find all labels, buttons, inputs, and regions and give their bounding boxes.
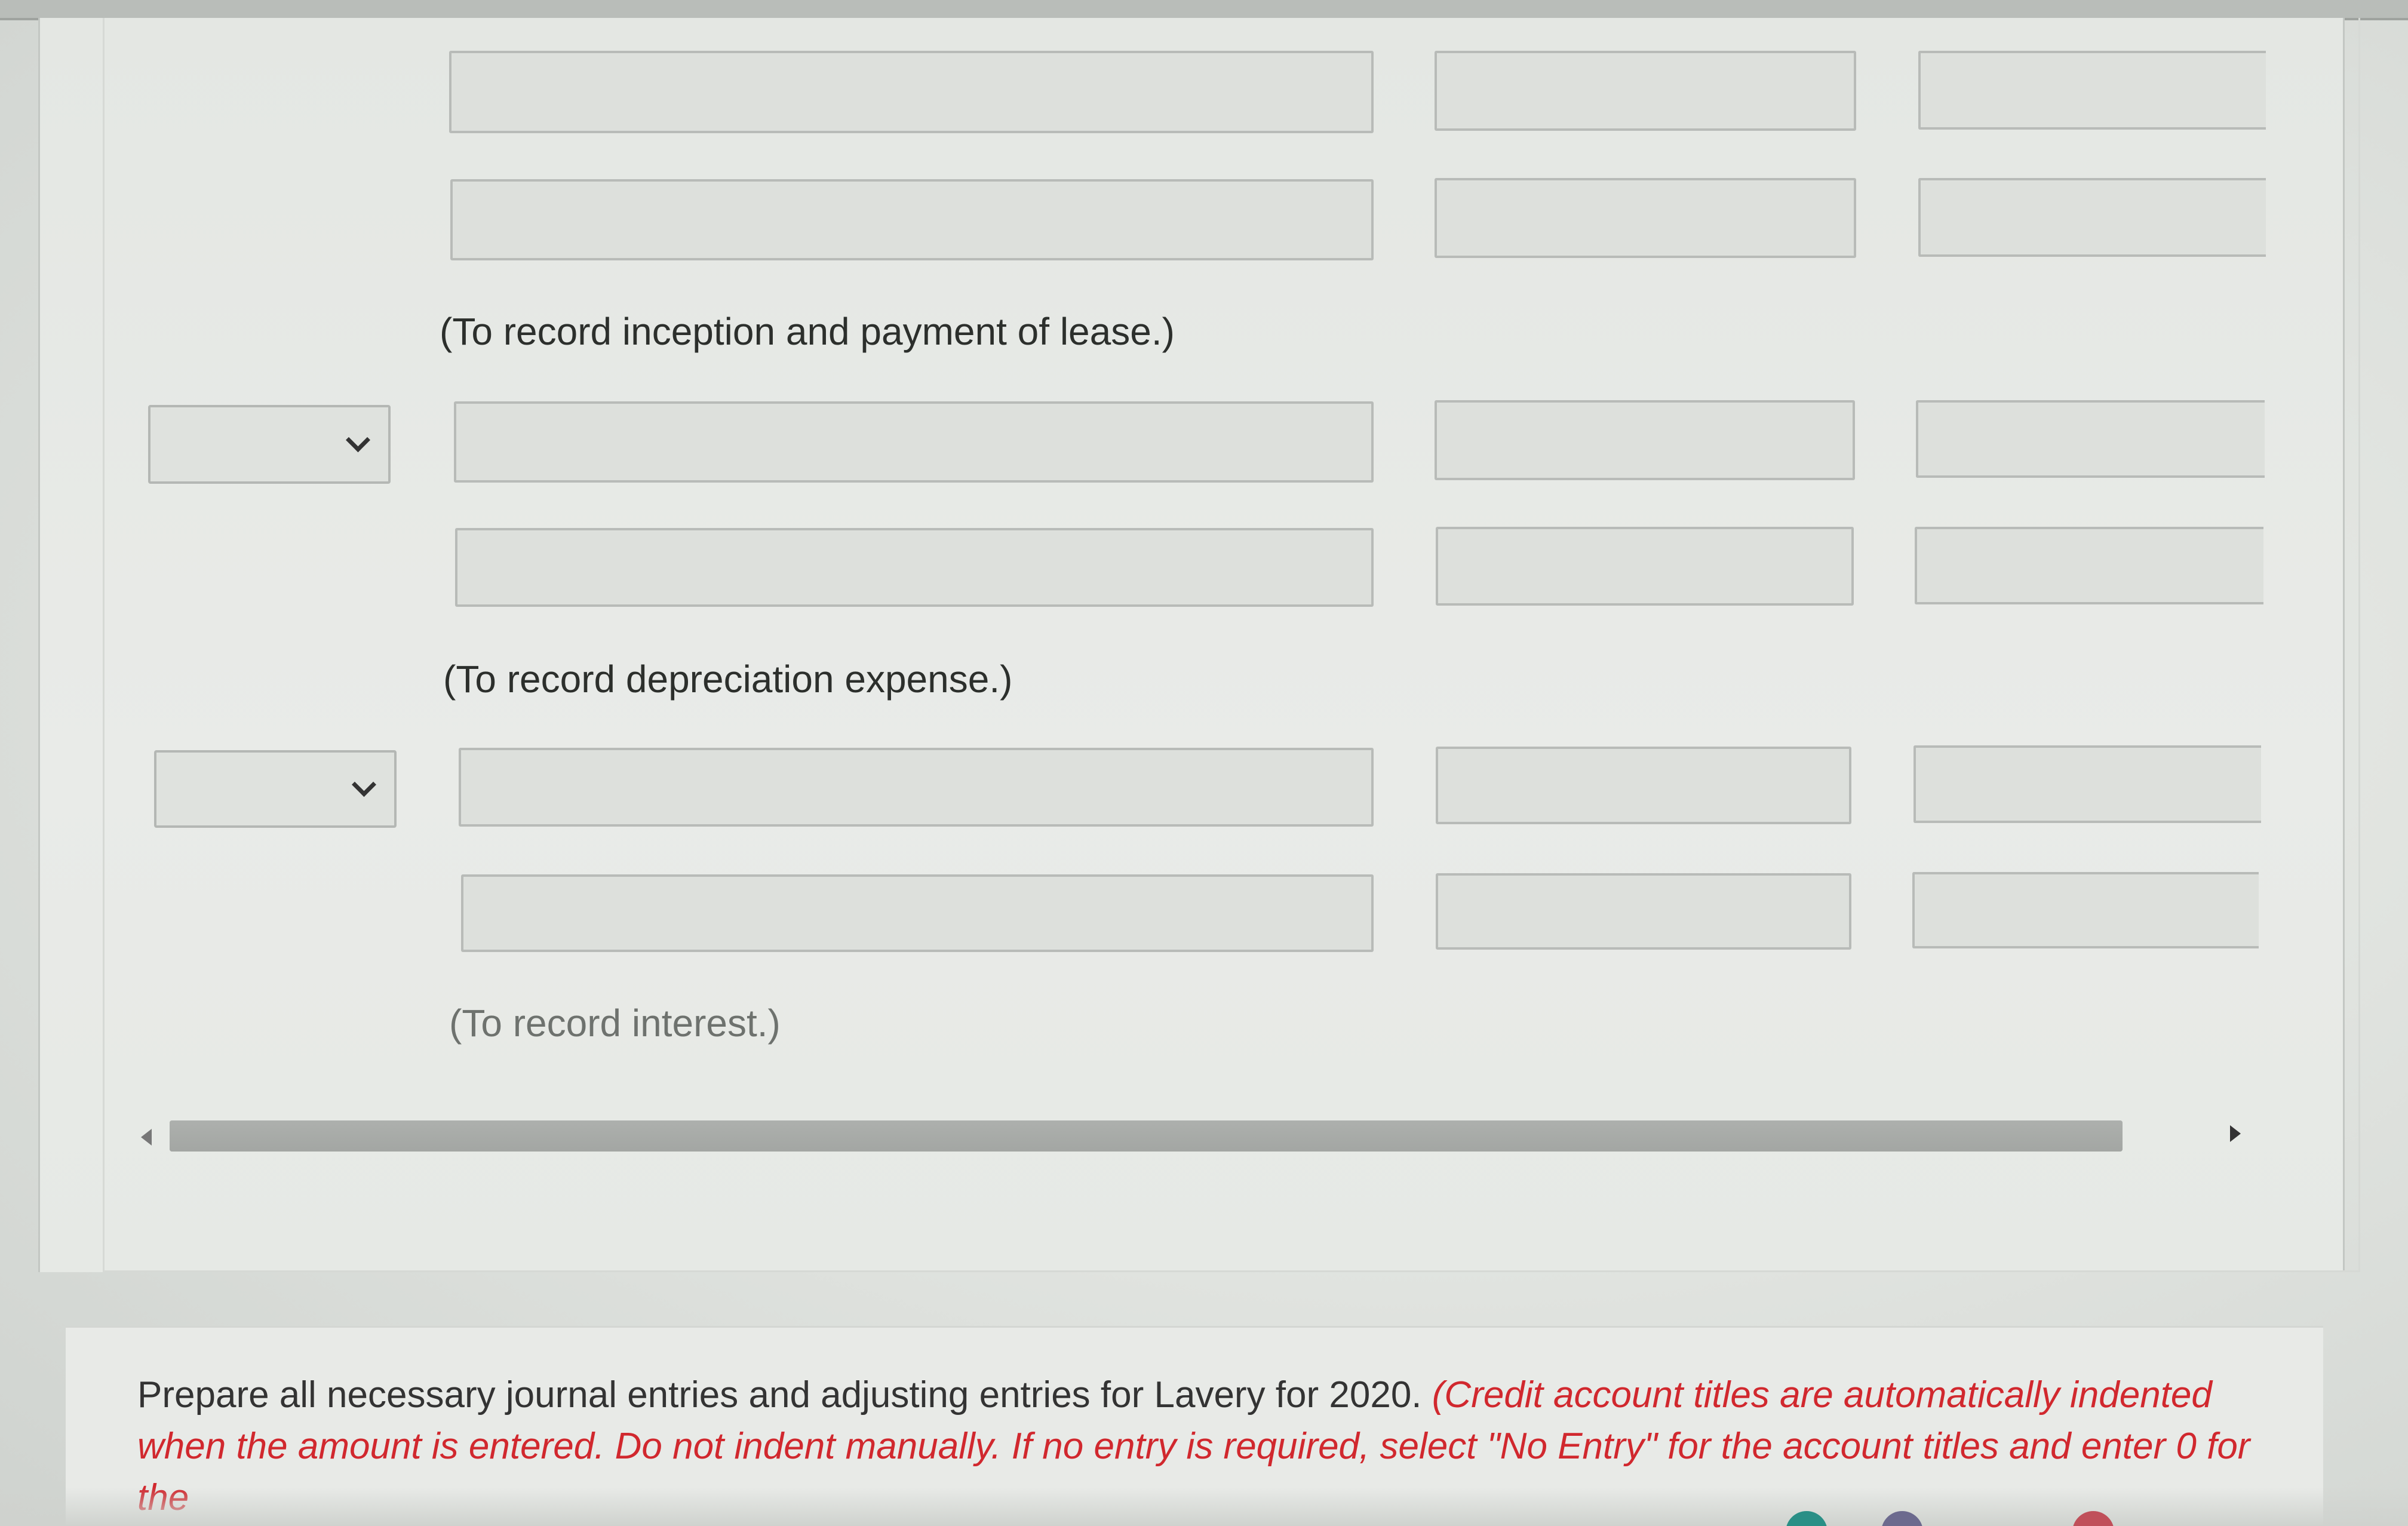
debit-input[interactable] (1436, 527, 1854, 606)
caret-right-icon[interactable] (2230, 1125, 2241, 1142)
account-title-input[interactable] (455, 528, 1374, 607)
taskbar (0, 1487, 2408, 1526)
debit-input[interactable] (1436, 747, 1851, 824)
horizontal-scrollbar[interactable] (170, 1120, 2123, 1152)
app-icon[interactable] (2072, 1511, 2114, 1526)
app-icon[interactable] (1786, 1511, 1828, 1526)
date-select[interactable] (154, 750, 397, 828)
credit-input[interactable] (1916, 400, 2265, 478)
chevron-down-icon (351, 772, 377, 797)
screen: (To record inception and payment of leas… (0, 0, 2408, 1526)
account-title-input[interactable] (461, 874, 1374, 952)
account-title-input[interactable] (450, 179, 1374, 260)
date-select[interactable] (148, 405, 391, 484)
browser-edge (0, 0, 2408, 20)
debit-input[interactable] (1436, 873, 1851, 950)
credit-input[interactable] (1914, 745, 2261, 823)
caret-left-icon[interactable] (141, 1129, 152, 1146)
entry-note-lease: (To record inception and payment of leas… (440, 310, 1175, 353)
scrollbar-thumb[interactable] (170, 1120, 2123, 1152)
credit-input[interactable] (1915, 527, 2263, 604)
app-icon[interactable] (1881, 1511, 1923, 1526)
account-title-input[interactable] (449, 51, 1374, 133)
entry-note-interest: (To record interest.) (449, 1002, 781, 1045)
account-title-input[interactable] (454, 401, 1374, 483)
account-title-input[interactable] (459, 748, 1374, 827)
chevron-down-icon (345, 428, 371, 453)
credit-input[interactable] (1918, 51, 2266, 130)
credit-input[interactable] (1918, 178, 2266, 257)
instructions-main: Prepare all necessary journal entries an… (137, 1374, 1422, 1416)
debit-input[interactable] (1435, 178, 1856, 258)
debit-input[interactable] (1435, 400, 1855, 480)
debit-input[interactable] (1435, 51, 1856, 131)
credit-input[interactable] (1912, 872, 2259, 948)
entry-note-depreciation: (To record depreciation expense.) (443, 658, 1013, 701)
